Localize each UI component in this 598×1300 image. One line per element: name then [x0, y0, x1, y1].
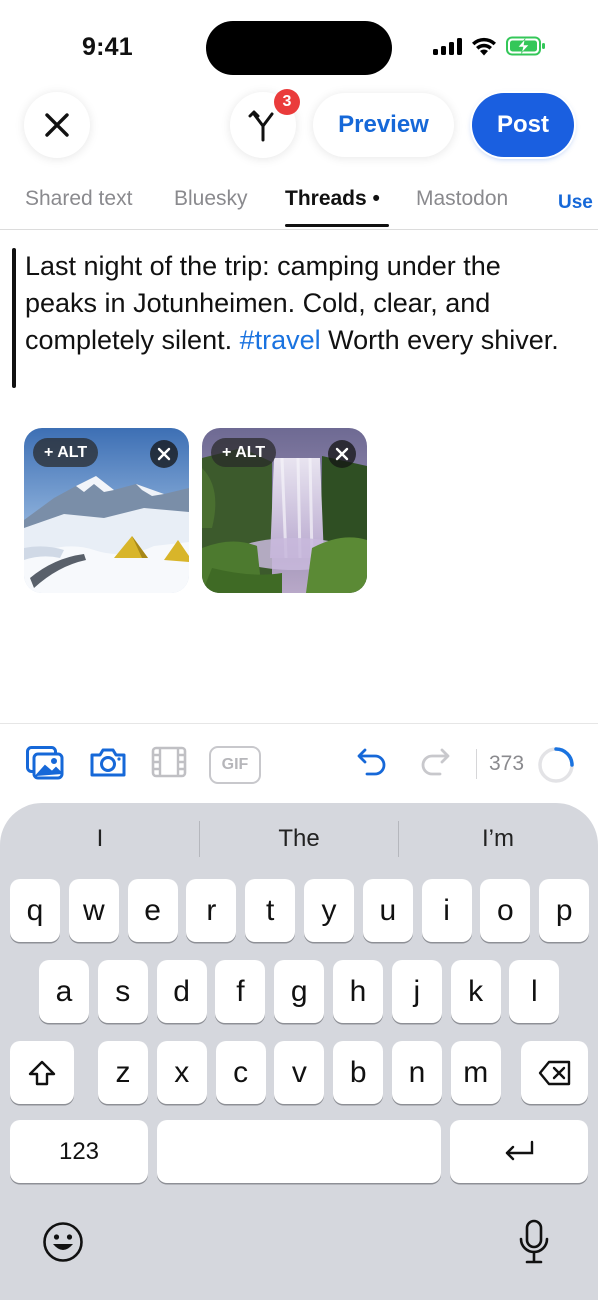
media-thumbnail[interactable]: + ALT	[24, 428, 189, 593]
key-c[interactable]: c	[215, 1041, 266, 1104]
status-time: 9:41	[82, 33, 133, 61]
status-icons	[433, 36, 546, 56]
key-j[interactable]: j	[391, 960, 442, 1023]
key-x[interactable]: x	[156, 1041, 207, 1104]
key-v[interactable]: v	[274, 1041, 325, 1104]
suggestion-divider	[199, 821, 200, 857]
suggestion-divider	[398, 821, 399, 857]
key-f[interactable]: f	[215, 960, 266, 1023]
backspace-icon	[538, 1060, 570, 1085]
camera-button[interactable]	[89, 746, 127, 778]
key-t[interactable]: t	[245, 879, 296, 942]
key-b[interactable]: b	[333, 1041, 384, 1104]
post-button[interactable]: Post	[472, 93, 574, 157]
gif-button[interactable]: GIF	[209, 746, 261, 784]
film-icon	[151, 746, 187, 778]
composer-header: 3 Preview Post	[0, 89, 598, 160]
suggestion-1[interactable]: I	[10, 825, 190, 853]
video-button[interactable]	[151, 746, 187, 778]
tab-mastodon[interactable]: Mastodon	[416, 187, 508, 211]
keyboard-bottom-bar	[0, 1211, 598, 1271]
numbers-key[interactable]: 123	[10, 1120, 148, 1183]
return-key[interactable]	[450, 1120, 588, 1183]
redo-icon	[421, 748, 450, 776]
suggestion-2[interactable]: The	[209, 825, 389, 853]
key-k[interactable]: k	[450, 960, 501, 1023]
wifi-icon	[472, 37, 496, 55]
composer-toolbar: GIF 373	[0, 723, 598, 803]
remove-media-button[interactable]	[150, 440, 178, 468]
suggestion-3[interactable]: I’m	[408, 825, 588, 853]
space-key[interactable]	[157, 1120, 441, 1183]
camera-icon	[90, 748, 126, 777]
add-alt-text-button[interactable]: + ALT	[211, 438, 277, 467]
emoji-icon[interactable]	[42, 1221, 84, 1263]
predictive-suggestions: I The I’m	[0, 803, 598, 873]
media-thumbnail[interactable]: + ALT	[202, 428, 367, 593]
close-button[interactable]	[24, 92, 90, 158]
close-icon	[157, 447, 171, 461]
battery-charging-icon	[506, 36, 545, 56]
shift-icon	[28, 1060, 56, 1085]
key-e[interactable]: e	[127, 879, 178, 942]
status-bar: 9:41	[0, 0, 598, 90]
remove-media-button[interactable]	[328, 440, 356, 468]
redo-button[interactable]	[420, 746, 450, 776]
network-tabs: Shared text Bluesky Threads • Mastodon U…	[0, 176, 598, 230]
close-icon	[335, 447, 349, 461]
key-s[interactable]: s	[97, 960, 148, 1023]
close-icon	[45, 113, 69, 137]
key-z[interactable]: z	[98, 1041, 148, 1104]
key-m[interactable]: m	[450, 1041, 501, 1104]
cellular-signal-icon	[433, 37, 462, 55]
fork-icon	[248, 110, 274, 142]
key-u[interactable]: u	[362, 879, 413, 942]
key-y[interactable]: y	[304, 879, 354, 942]
add-alt-text-button[interactable]: + ALT	[33, 438, 99, 467]
preview-button[interactable]: Preview	[313, 93, 454, 157]
attached-media-row: + ALT + ALT	[24, 428, 367, 593]
microphone-icon[interactable]	[518, 1219, 550, 1265]
undo-icon	[357, 748, 386, 776]
key-q[interactable]: q	[10, 879, 60, 942]
tab-bluesky[interactable]: Bluesky	[174, 187, 248, 211]
character-progress-ring	[538, 747, 574, 783]
post-text-tail: Worth every shiver.	[320, 325, 559, 355]
active-tab-indicator	[285, 224, 389, 227]
key-r[interactable]: r	[186, 879, 237, 942]
key-o[interactable]: o	[480, 879, 531, 942]
key-h[interactable]: h	[333, 960, 383, 1023]
key-d[interactable]: d	[156, 960, 207, 1023]
system-keyboard: I The I’m qwertyuiop asdfghjkl zxcvbnm 1…	[0, 803, 598, 1300]
post-text-area[interactable]: Last night of the trip: camping under th…	[25, 248, 580, 359]
tab-threads[interactable]: Threads •	[285, 187, 380, 211]
character-count: 373	[489, 752, 525, 775]
shift-key[interactable]	[10, 1041, 74, 1104]
key-p[interactable]: p	[539, 879, 590, 942]
key-g[interactable]: g	[274, 960, 325, 1023]
key-n[interactable]: n	[392, 1041, 442, 1104]
photo-library-button[interactable]	[26, 746, 64, 780]
key-w[interactable]: w	[68, 879, 119, 942]
split-variants-button[interactable]: 3	[230, 89, 300, 158]
dynamic-island	[206, 21, 392, 75]
undo-button[interactable]	[357, 746, 387, 776]
return-icon	[505, 1140, 534, 1160]
tab-shared-text[interactable]: Shared text	[25, 187, 132, 211]
key-i[interactable]: i	[421, 879, 472, 942]
key-l[interactable]: l	[509, 960, 560, 1023]
variant-count-badge: 3	[274, 89, 300, 115]
toolbar-divider	[476, 749, 477, 779]
backspace-key[interactable]	[521, 1041, 588, 1104]
text-cursor-bar	[12, 248, 16, 388]
hashtag-link[interactable]: #travel	[240, 325, 321, 355]
photo-library-icon	[26, 746, 64, 780]
tab-overflow-use[interactable]: Use	[558, 192, 593, 214]
key-a[interactable]: a	[39, 960, 89, 1023]
